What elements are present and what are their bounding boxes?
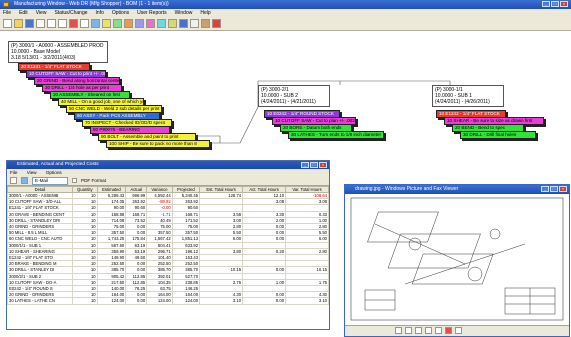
bom-node[interactable]: 30 LATHES - Turn ends to 1/8 inch diamet…	[288, 131, 384, 139]
minimize-icon[interactable]: _	[541, 186, 549, 192]
table-cell: 0.00	[125, 297, 148, 305]
tool-icon[interactable]	[212, 19, 221, 28]
main-toolbar	[0, 17, 571, 31]
tool-icon[interactable]	[113, 19, 122, 28]
menu-info[interactable]: Info	[96, 10, 104, 16]
bom-node[interactable]: 30 DRILL - Drill final holes	[460, 131, 536, 139]
tool-icon[interactable]	[146, 19, 155, 28]
app-icon	[3, 2, 9, 7]
estimates-menu-options[interactable]: Options	[46, 170, 62, 175]
tool-icon[interactable]	[157, 19, 166, 28]
estimates-toolbar: E-Mail PDF Format	[7, 176, 329, 186]
minimize-icon[interactable]: _	[542, 1, 550, 7]
table-cell: 30 LATHES - LATHE CN	[7, 297, 73, 305]
menu-user-reports[interactable]: User Reports	[137, 10, 166, 16]
pdf-checkbox[interactable]	[72, 178, 77, 183]
estimates-table: Detail Quantity Estimated Actual Varianc…	[7, 186, 329, 305]
viewer-title: drawing.jpg - Windows Picture and Fax Vi…	[355, 186, 459, 192]
close-icon[interactable]: ×	[559, 186, 567, 192]
sub1-header-line3: (4/24/2011) - (4/26/2011)	[435, 99, 490, 105]
estimates-menubar: File View Options	[7, 169, 329, 176]
format-select[interactable]: E-Mail	[32, 176, 68, 185]
bom-node[interactable]: 100 SHIP - Be sure to pack no more than …	[106, 140, 210, 148]
zoom-out-icon[interactable]	[425, 327, 432, 334]
minimize-icon[interactable]: _	[301, 162, 309, 168]
table-row[interactable]: 60 CNC WELD - CNC AUTO 10 1,743.25 175.84 1,…	[7, 235, 329, 243]
menu-help[interactable]: Help	[200, 10, 210, 16]
menu-window[interactable]: Window	[175, 10, 193, 16]
table-row[interactable]: 3000/1 - A0000 - ASSEMB 10 5,289.43 696.99 4…	[7, 191, 329, 200]
previous-icon[interactable]	[395, 327, 402, 334]
estimates-title: Estimated, Actual and Projected Costs	[17, 162, 99, 167]
main-assembly-header[interactable]: (P) 3000/1 - A0000 - ASSEMBLED PROD 10.0…	[8, 41, 108, 63]
print-icon[interactable]	[10, 177, 17, 184]
next-icon[interactable]	[405, 327, 412, 334]
pdf-label: PDF Format	[81, 178, 107, 183]
zoom-in-icon[interactable]	[415, 327, 422, 334]
estimates-titlebar[interactable]: Estimated, Actual and Projected Costs _ …	[7, 161, 329, 169]
new-icon[interactable]	[3, 19, 12, 28]
table-row[interactable]: 30 LATHES - LATHE CN 10 124.00 0.00 124.00 12…	[7, 297, 329, 305]
tool-icon[interactable]	[135, 19, 144, 28]
table-row[interactable]: 10 CUTOFF SAW - 3/D-ALL 10 174.05 263.92 -89…	[7, 198, 329, 206]
export-icon[interactable]	[21, 177, 28, 184]
cut-icon[interactable]	[47, 19, 56, 28]
table-cell: 124.00	[171, 297, 201, 305]
main-window-titlebar[interactable]: Manufacturing Window - Web DR (Mfg Shopp…	[0, 0, 571, 9]
table-cell: 10	[72, 297, 98, 305]
search-icon[interactable]	[91, 19, 100, 28]
sub2-header-line3: (4/24/2011) - (4/21/2011)	[261, 99, 316, 105]
table-cell: 0.00	[242, 297, 287, 305]
table-cell: 20 GRAVE - BENDING CENT	[7, 210, 73, 218]
delete-icon[interactable]	[445, 327, 452, 334]
viewer-titlebar[interactable]: drawing.jpg - Windows Picture and Fax Vi…	[345, 185, 569, 194]
tool-icon[interactable]	[168, 19, 177, 28]
menu-status-change[interactable]: Status/Change	[54, 10, 87, 16]
tool-icon[interactable]	[179, 19, 188, 28]
table-cell: 3.10	[285, 297, 329, 305]
sub2-header[interactable]: (P) 3000-2/1 10.0000 - SUB 2 (4/24/2011)…	[258, 85, 330, 107]
close-icon[interactable]: ×	[319, 162, 327, 168]
menu-edit[interactable]: Edit	[19, 10, 28, 16]
print-icon[interactable]	[455, 327, 462, 334]
maximize-icon[interactable]: □	[550, 186, 558, 192]
copy-icon[interactable]	[58, 19, 67, 28]
maximize-icon[interactable]: □	[551, 1, 559, 7]
menu-view[interactable]: View	[36, 10, 47, 16]
delete-icon[interactable]	[69, 19, 78, 28]
tool-icon[interactable]	[124, 19, 133, 28]
table-cell: 124.00	[96, 297, 127, 305]
menubar: File Edit View Status/Change Info Option…	[0, 9, 571, 17]
estimates-table-body: 3000/1 - A0000 - ASSEMB 10 5,289.43 696.99 4…	[7, 191, 329, 305]
estimates-window[interactable]: Estimated, Actual and Projected Costs _ …	[6, 160, 330, 330]
maximize-icon[interactable]: □	[310, 162, 318, 168]
print-icon[interactable]	[36, 19, 45, 28]
table-row[interactable]: 20 GRAVE - BENDING CENT 10 168.88 168.71 -1.…	[7, 210, 329, 218]
table-row[interactable]: 30 DRILL - STANDLEY DRI 10 714.08 73.52 40.4…	[7, 216, 329, 225]
tool-icon[interactable]	[201, 19, 210, 28]
tool-icon[interactable]	[102, 19, 111, 28]
table-row[interactable]: 10 CUTOFF SAW - DO-A 10 217.50 112.85 104.35…	[7, 278, 329, 287]
sub1-header[interactable]: (P) 3000-1/1 10.0000 - SUB 1 (4/24/2011)…	[432, 85, 504, 107]
estimates-menu-file[interactable]: File	[10, 170, 17, 175]
main-header-line3: 3.18 5/13/01 - 3/2/2011(4/03)	[11, 55, 76, 61]
save-icon[interactable]	[25, 19, 34, 28]
table-cell: 3.10	[199, 297, 244, 305]
close-icon[interactable]: ×	[560, 1, 568, 7]
tool-icon[interactable]	[190, 19, 199, 28]
estimates-menu-view[interactable]: View	[27, 170, 37, 175]
viewer-toolbar	[345, 325, 569, 336]
menu-file[interactable]: File	[3, 10, 11, 16]
window-title: Manufacturing Window - Web DR (Mfg Shopp…	[14, 1, 169, 7]
open-icon[interactable]	[14, 19, 23, 28]
picture-viewer-window[interactable]: drawing.jpg - Windows Picture and Fax Vi…	[344, 184, 570, 337]
undo-icon[interactable]	[80, 19, 89, 28]
technical-drawing-image	[350, 197, 564, 321]
rotate-icon[interactable]	[435, 327, 442, 334]
menu-options[interactable]: Options	[112, 10, 129, 16]
table-cell: 124.00	[146, 297, 173, 305]
